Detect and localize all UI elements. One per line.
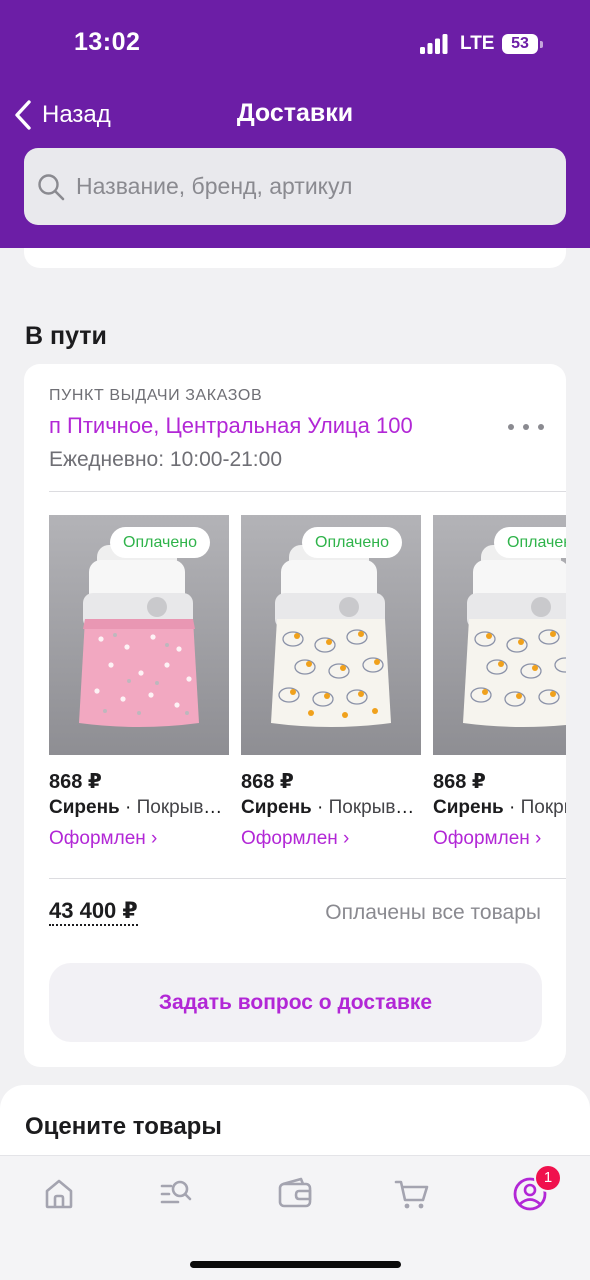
- search-icon: [38, 173, 65, 200]
- more-dot-icon: [523, 424, 529, 430]
- divider: [49, 878, 566, 879]
- product-name: Сирень · Покрывало: [433, 797, 566, 819]
- nav-bar: Назад Доставки: [0, 95, 590, 135]
- tab-wallet[interactable]: [265, 1174, 325, 1214]
- product-title: Покрывало: [520, 797, 566, 818]
- product-image[interactable]: Оплачено: [241, 515, 421, 755]
- search-bar[interactable]: [24, 148, 566, 225]
- product-brand: Сирень: [49, 797, 120, 818]
- more-dot-icon: [538, 424, 544, 430]
- pickup-caption: ПУНКТ ВЫДАЧИ ЗАКАЗОВ: [49, 387, 263, 404]
- divider: [49, 491, 566, 492]
- product-title: Покрывало: [328, 797, 421, 818]
- home-icon: [45, 1179, 73, 1209]
- tab-cart[interactable]: [382, 1174, 442, 1214]
- pickup-hours: Ежедневно: 10:00-21:00: [49, 448, 282, 471]
- paid-badge: Оплачено: [494, 527, 566, 558]
- payment-status: Оплачены все товары: [325, 901, 541, 924]
- signal-icon: [420, 34, 448, 54]
- name-separator: ·: [503, 797, 521, 818]
- network-type: LTE: [460, 33, 495, 54]
- ask-delivery-question-button[interactable]: Задать вопрос о доставке: [49, 963, 542, 1042]
- search-input[interactable]: [76, 173, 556, 200]
- product-name: Сирень · Покрывало: [241, 797, 421, 819]
- battery-icon: 53: [502, 34, 538, 54]
- status-bar: 13:02 LTE 53: [0, 0, 590, 90]
- order-status-link[interactable]: Оформлен ›: [49, 828, 157, 850]
- product-price: 868 ₽: [49, 771, 102, 793]
- products-carousel[interactable]: Оплачено 868 ₽ Сирень · Покрывало Оформл…: [49, 515, 566, 860]
- product-price: 868 ₽: [433, 771, 486, 793]
- name-separator: ·: [119, 797, 137, 818]
- section-title: В пути: [25, 322, 107, 350]
- product-item[interactable]: Оплачено 868 ₽ Сирень · Покрывало Оформл…: [49, 515, 229, 860]
- tab-catalog[interactable]: [146, 1174, 206, 1214]
- notification-badge: 1: [534, 1164, 562, 1192]
- name-separator: ·: [311, 797, 329, 818]
- delivery-card: ПУНКТ ВЫДАЧИ ЗАКАЗОВ п Птичное, Централь…: [24, 364, 566, 1067]
- tab-home[interactable]: [29, 1174, 89, 1214]
- tab-profile[interactable]: 1: [500, 1164, 562, 1214]
- pickup-address-link[interactable]: п Птичное, Центральная Улица 100: [49, 413, 413, 439]
- app-header: 13:02 LTE 53 Назад Доставки: [0, 0, 590, 248]
- product-item[interactable]: Оплачено 868 ₽ Сирень · Покрывало Оформл…: [433, 515, 566, 860]
- home-indicator[interactable]: [190, 1261, 401, 1268]
- catalog-search-icon: [160, 1180, 192, 1204]
- order-total[interactable]: 43 400 ₽: [49, 899, 138, 926]
- order-status-link[interactable]: Оформлен ›: [241, 828, 349, 850]
- more-options-button[interactable]: [508, 420, 544, 434]
- paid-badge: Оплачено: [110, 527, 210, 558]
- rate-products-title: Оцените товары: [25, 1113, 222, 1140]
- paid-badge: Оплачено: [302, 527, 402, 558]
- battery-tip: [540, 41, 543, 48]
- page-title: Доставки: [236, 99, 354, 127]
- product-brand: Сирень: [241, 797, 312, 818]
- product-title: Покрывало: [136, 797, 229, 818]
- more-dot-icon: [508, 424, 514, 430]
- product-brand: Сирень: [433, 797, 504, 818]
- status-time: 13:02: [74, 28, 141, 56]
- product-price: 868 ₽: [241, 771, 294, 793]
- product-image[interactable]: Оплачено: [433, 515, 566, 755]
- product-image[interactable]: Оплачено: [49, 515, 229, 755]
- cart-icon: [394, 1180, 429, 1209]
- order-status-link[interactable]: Оформлен ›: [433, 828, 541, 850]
- wallet-icon: [278, 1177, 312, 1208]
- product-item[interactable]: Оплачено 868 ₽ Сирень · Покрывало Оформл…: [241, 515, 421, 860]
- product-name: Сирень · Покрывало: [49, 797, 229, 819]
